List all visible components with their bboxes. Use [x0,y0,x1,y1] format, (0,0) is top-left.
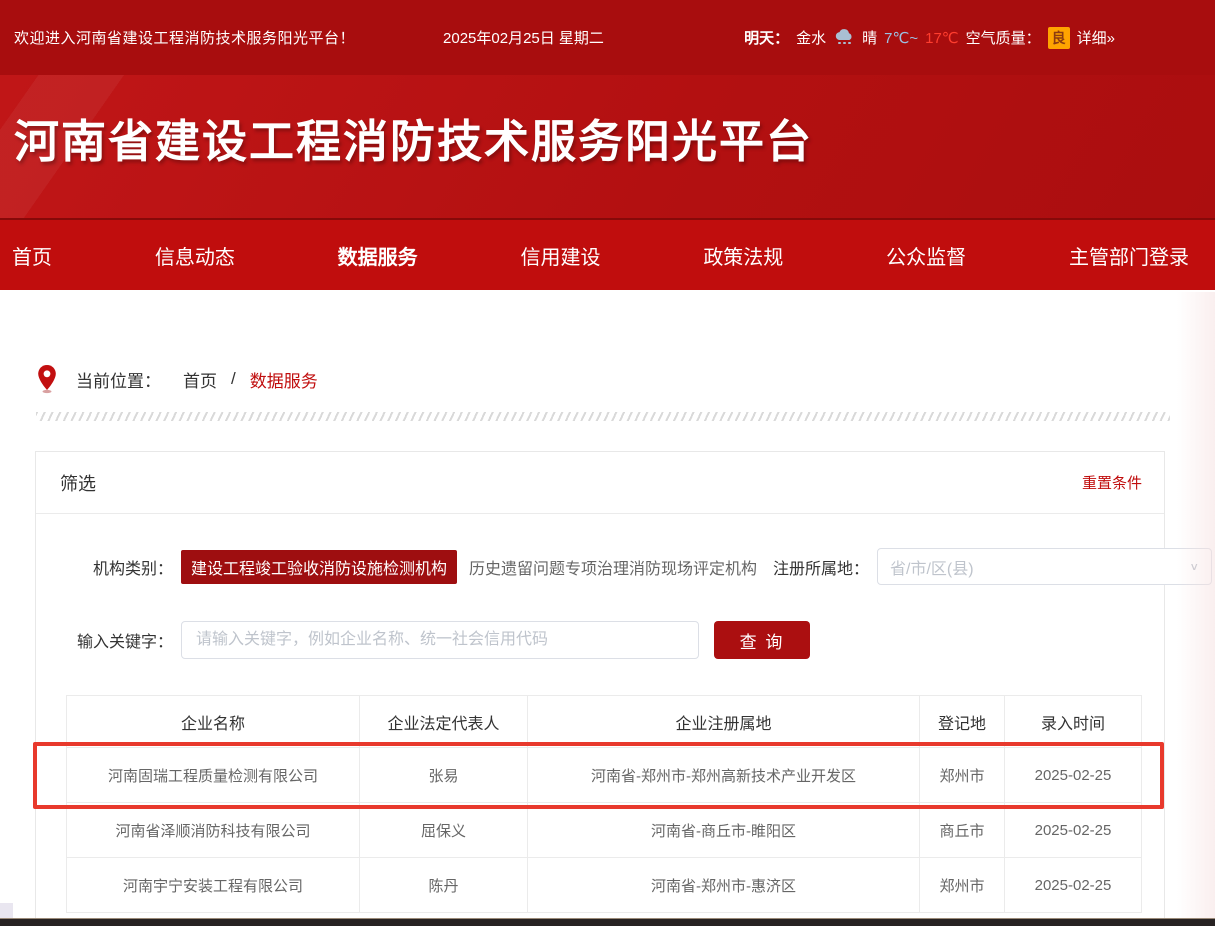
cell-entry-date: 2025-02-25 [1005,803,1142,858]
cell-company-name: 河南宇宁安装工程有限公司 [67,858,360,913]
welcome-text: 欢迎进入河南省建设工程消防技术服务阳光平台！ [14,27,355,48]
banner: 河南省建设工程消防技术服务阳光平台 [0,75,1215,218]
cell-entry-date: 2025-02-25 [1005,748,1142,803]
breadcrumb-current[interactable]: 数据服务 [250,367,318,392]
filter-panel: 筛选 重置条件 机构类别： 建设工程竣工验收消防设施检测机构 历史遗留问题专项治… [35,451,1165,926]
weather-label: 明天： [744,27,789,48]
cell-legal-rep: 屈保义 [360,803,528,858]
filter-title: 筛选 [60,470,96,496]
results-table-wrap: 企业名称 企业法定代表人 企业注册属地 登记地 录入时间 河南固瑞工程质量检测有… [66,695,1141,913]
main-nav: 首页 信息动态 数据服务 信用建设 政策法规 公众监督 主管部门登录 [0,218,1215,290]
table-row[interactable]: 河南宇宁安装工程有限公司 陈丹 河南省-郑州市-惠济区 郑州市 2025-02-… [67,858,1142,913]
weather-district: 金水 [796,27,826,48]
table-row[interactable]: 河南固瑞工程质量检测有限公司 张易 河南省-郑州市-郑州高新技术产业开发区 郑州… [67,748,1142,803]
region-filter-group: 注册所属地： 省/市/区(县) ∨ [757,548,1212,585]
filter-panel-body: 机构类别： 建设工程竣工验收消防设施检测机构 历史遗留问题专项治理消防现场评定机… [36,548,1164,913]
air-quality-label: 空气质量： [966,27,1041,48]
cell-registry-city: 郑州市 [920,858,1005,913]
col-header-company: 企业名称 [67,696,360,748]
location-pin-icon [36,364,58,394]
breadcrumb-home-link[interactable]: 首页 [183,367,217,392]
cloud-icon [833,29,855,47]
weather-condition: 晴 [862,27,877,48]
site-header: 欢迎进入河南省建设工程消防技术服务阳光平台！ 2025年02月25日 星期二 明… [0,0,1215,290]
site-title: 河南省建设工程消防技术服务阳光平台 [14,105,1215,170]
cell-registry-city: 商丘市 [920,803,1005,858]
temp-high: 17℃ [925,29,959,47]
page: 欢迎进入河南省建设工程消防技术服务阳光平台！ 2025年02月25日 星期二 明… [0,0,1215,926]
chevron-down-icon: ∨ [1190,560,1200,573]
nav-item-news[interactable]: 信息动态 [155,241,235,270]
search-button[interactable]: 查 询 [714,621,810,659]
main-content: 当前位置： 首页 / 数据服务 筛选 重置条件 机构类别： 建设工程竣工验收消防… [0,290,1215,926]
cell-registry-city: 郑州市 [920,748,1005,803]
weather-detail-link[interactable]: 详细» [1077,27,1115,48]
reset-filters-link[interactable]: 重置条件 [1082,472,1142,493]
keyword-input[interactable] [181,621,699,659]
nav-item-home[interactable]: 首页 [12,241,52,270]
nav-item-supervision[interactable]: 公众监督 [886,241,966,270]
date-text: 2025年02月25日 星期二 [443,27,604,48]
nav-item-policy[interactable]: 政策法规 [703,241,783,270]
cell-registered-region: 河南省-郑州市-郑州高新技术产业开发区 [528,748,920,803]
region-select-placeholder: 省/市/区(县) [890,555,1189,579]
col-header-entry-date: 录入时间 [1005,696,1142,748]
temp-low: 7℃~ [884,29,918,47]
cell-company-name: 河南固瑞工程质量检测有限公司 [67,748,360,803]
cell-entry-date: 2025-02-25 [1005,858,1142,913]
category-option-unselected[interactable]: 历史遗留问题专项治理消防现场评定机构 [469,555,757,579]
footer-top-bar [0,918,1215,926]
region-select[interactable]: 省/市/区(县) ∨ [877,548,1212,585]
col-header-registry-city: 登记地 [920,696,1005,748]
filter-panel-header: 筛选 重置条件 [36,452,1164,514]
nav-item-credit[interactable]: 信用建设 [520,241,600,270]
cell-registered-region: 河南省-商丘市-睢阳区 [528,803,920,858]
topbar: 欢迎进入河南省建设工程消防技术服务阳光平台！ 2025年02月25日 星期二 明… [0,0,1215,75]
category-label: 机构类别： [61,555,173,579]
category-option-selected[interactable]: 建设工程竣工验收消防设施检测机构 [181,550,457,584]
category-filter-row: 机构类别： 建设工程竣工验收消防设施检测机构 历史遗留问题专项治理消防现场评定机… [61,548,1139,585]
breadcrumb-separator: / [231,369,236,389]
slash-divider [36,412,1170,421]
air-quality-badge: 良 [1048,27,1070,49]
table-row[interactable]: 河南省泽顺消防科技有限公司 屈保义 河南省-商丘市-睢阳区 商丘市 2025-0… [67,803,1142,858]
breadcrumb: 当前位置： 首页 / 数据服务 [0,290,1215,394]
table-header-row: 企业名称 企业法定代表人 企业注册属地 登记地 录入时间 [67,696,1142,748]
weather-widget: 明天： 金水 晴 7℃~ 17℃ 空气质量： 良 详细» [744,27,1115,49]
region-label: 注册所属地： [757,555,869,579]
keyword-label: 输入关键字： [61,628,173,652]
cell-company-name: 河南省泽顺消防科技有限公司 [67,803,360,858]
col-header-legal-rep: 企业法定代表人 [360,696,528,748]
cell-registered-region: 河南省-郑州市-惠济区 [528,858,920,913]
cell-legal-rep: 张易 [360,748,528,803]
breadcrumb-label: 当前位置： [76,367,161,392]
col-header-registered-region: 企业注册属地 [528,696,920,748]
results-table: 企业名称 企业法定代表人 企业注册属地 登记地 录入时间 河南固瑞工程质量检测有… [66,695,1142,913]
nav-item-data-service[interactable]: 数据服务 [338,241,418,270]
keyword-filter-row: 输入关键字： 查 询 [61,621,1139,659]
cell-legal-rep: 陈丹 [360,858,528,913]
nav-item-admin-login[interactable]: 主管部门登录 [1069,241,1189,270]
